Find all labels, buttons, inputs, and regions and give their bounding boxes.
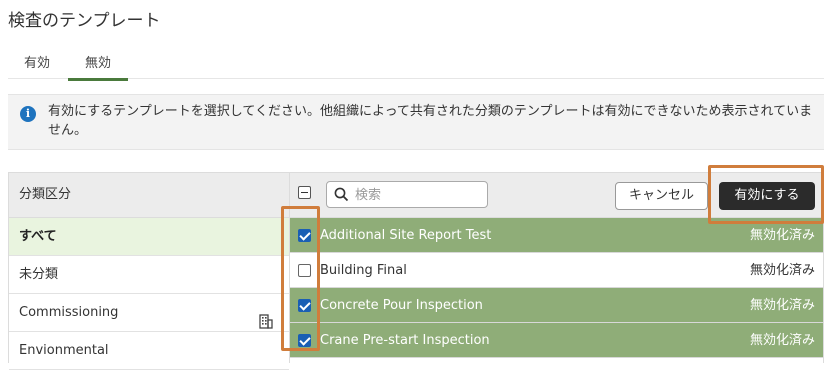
cancel-button[interactable]: キャンセル [615,182,708,210]
category-label: 未分類 [19,267,59,282]
template-row[interactable]: Crane Pre-start Inspection 無効化済み [290,323,823,358]
template-name: Concrete Pour Inspection [320,298,483,313]
search-icon [334,187,349,202]
template-name: Building Final [320,263,407,278]
template-status: 無効化済み [749,263,815,278]
category-item-all[interactable]: すべて [9,218,289,256]
checkbox-highlight-box [281,206,320,351]
category-item-commissioning[interactable]: Commissioning [9,294,289,332]
select-all-checkbox[interactable] [298,186,311,199]
page-title: 検査のテンプレート [8,11,161,31]
tab-enabled[interactable]: 有効 [24,52,50,79]
category-item-uncategorized[interactable]: 未分類 [9,256,289,294]
tab-disabled[interactable]: 無効 [68,52,128,81]
category-panel: 分類区分 すべて 未分類 Commissioning Envionmental [8,172,290,370]
category-label: Envionmental [19,343,109,358]
category-header: 分類区分 [9,173,289,218]
template-name: Additional Site Report Test [320,228,492,243]
info-banner: i 有効にするテンプレートを選択してください。他組織によって共有された分類のテン… [8,94,824,150]
category-item-environmental[interactable]: Envionmental [9,332,289,370]
template-status: 無効化済み [749,298,815,313]
template-status: 無効化済み [749,333,815,348]
category-label: Commissioning [19,305,119,320]
info-icon: i [20,106,36,122]
info-text: 有効にするテンプレートを選択してください。他組織によって共有された分類のテンプレ… [48,104,813,138]
template-row[interactable]: Building Final 無効化済み [290,253,823,288]
search-input[interactable] [353,184,485,206]
enable-button-highlight-box [708,165,824,224]
tab-bar: 有効 無効 [8,42,824,81]
template-row[interactable]: Concrete Pour Inspection 無効化済み [290,288,823,323]
category-label: すべて [19,229,57,244]
template-name: Crane Pre-start Inspection [320,333,490,348]
search-box[interactable] [326,181,488,208]
